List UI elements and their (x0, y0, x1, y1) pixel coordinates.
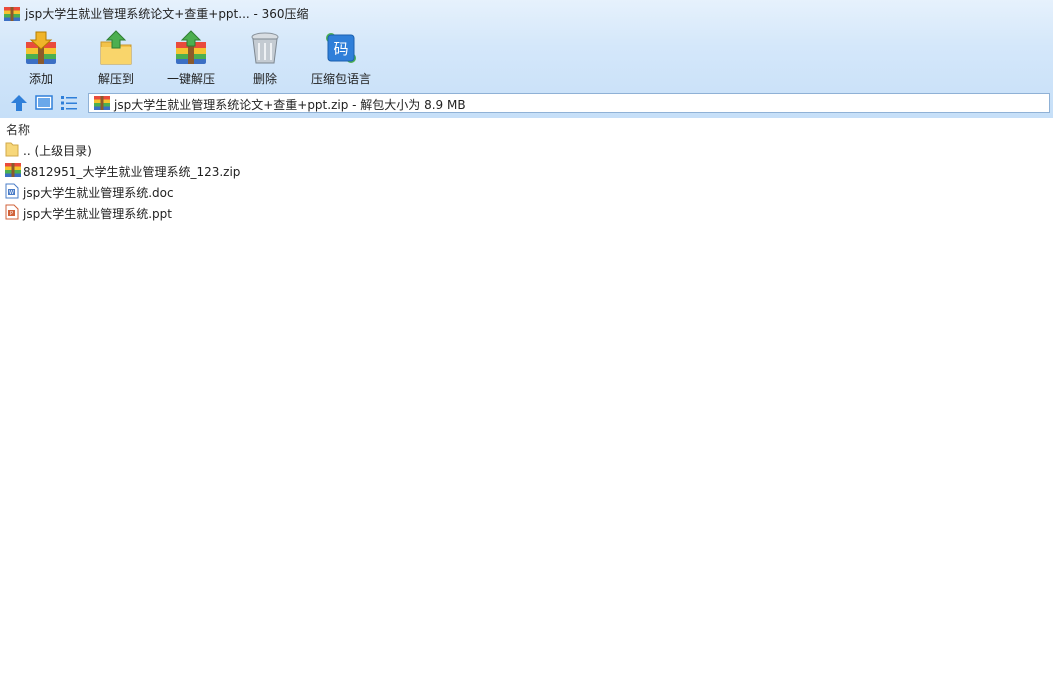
list-item[interactable]: .. (上级目录) (0, 139, 400, 160)
address-row: jsp大学生就业管理系统论文+查重+ppt.zip - 解包大小为 8.9 MB (0, 90, 1053, 117)
one-click-extract-button[interactable]: 一键解压 (164, 28, 218, 88)
window-title: jsp大学生就业管理系统论文+查重+ppt... - 360压缩 (25, 7, 309, 21)
window-chrome: jsp大学生就业管理系统论文+查重+ppt... - 360压缩 添加 解压到 … (0, 0, 1053, 119)
delete-button[interactable]: 删除 (242, 28, 288, 88)
list-item-name: jsp大学生就业管理系统.doc (23, 186, 174, 200)
up-arrow-icon[interactable] (10, 94, 28, 112)
address-bar[interactable]: jsp大学生就业管理系统论文+查重+ppt.zip - 解包大小为 8.9 MB (88, 93, 1050, 113)
add-archive-icon (26, 31, 56, 64)
list-item[interactable]: P jsp大学生就业管理系统.ppt (0, 202, 400, 223)
archive-app-icon (4, 7, 20, 21)
svg-text:P: P (10, 211, 13, 217)
main-toolbar: 添加 解压到 一键解压 删除 码 压缩包语言 (0, 28, 1053, 90)
list-item-name: .. (上级目录) (23, 144, 92, 158)
extract-folder-icon (100, 30, 132, 65)
ppt-icon: P (5, 204, 19, 220)
archive-language-label: 压缩包语言 (310, 72, 371, 86)
one-click-extract-icon (176, 30, 206, 64)
delete-label: 删除 (252, 72, 277, 86)
trash-icon (251, 32, 279, 64)
column-header-name[interactable]: 名称 (0, 118, 1053, 138)
zip-archive-icon (94, 96, 110, 110)
one-click-extract-label: 一键解压 (166, 72, 215, 86)
list-item[interactable]: 8812951_大学生就业管理系统_123.zip (0, 160, 400, 181)
file-list[interactable]: 名称 .. (上级目录) 8812951_大学生就业管理系统_123.zip W (0, 118, 1053, 694)
archive-language-glyph: 码 (333, 40, 348, 58)
zip-archive-icon (5, 163, 21, 177)
column-header-label: 名称 (6, 123, 31, 137)
address-path: jsp大学生就业管理系统论文+查重+ppt.zip - 解包大小为 8.9 MB (114, 98, 466, 112)
add-label: 添加 (28, 72, 53, 86)
list-item-name: 8812951_大学生就业管理系统_123.zip (23, 165, 241, 179)
extract-to-button[interactable]: 解压到 (92, 28, 140, 88)
folder-icon (5, 142, 19, 157)
add-button[interactable]: 添加 (18, 28, 64, 88)
list-item-name: jsp大学生就业管理系统.ppt (23, 207, 172, 221)
extract-to-label: 解压到 (97, 72, 134, 86)
title-bar[interactable]: jsp大学生就业管理系统论文+查重+ppt... - 360压缩 (0, 0, 1053, 28)
svg-text:W: W (9, 190, 14, 196)
archive-language-icon: 码 (326, 33, 356, 63)
large-icon-view-icon[interactable] (35, 94, 53, 112)
word-doc-icon: W (5, 183, 19, 199)
archive-window: jsp大学生就业管理系统论文+查重+ppt... - 360压缩 添加 解压到 … (0, 0, 1053, 694)
list-item[interactable]: W jsp大学生就业管理系统.doc (0, 181, 400, 202)
list-view-icon[interactable] (60, 94, 78, 112)
archive-language-button[interactable]: 码 压缩包语言 (308, 28, 374, 88)
